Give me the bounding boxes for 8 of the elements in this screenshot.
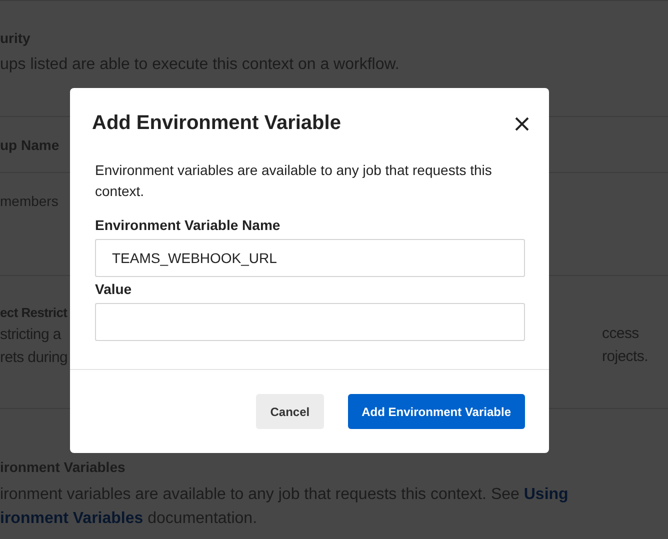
field-label: Value [95,281,133,297]
field-label: Environment Variable Name [95,217,282,233]
cancel-button[interactable]: Cancel [256,394,324,429]
close-icon[interactable] [515,116,529,130]
add-button[interactable]: Add Environment Variable [348,394,525,429]
input-field[interactable]: TEAMS_WEBHOOK_URL [95,239,525,277]
dialog-title: Add Environment Variable [92,112,341,135]
input-field[interactable] [95,303,525,341]
